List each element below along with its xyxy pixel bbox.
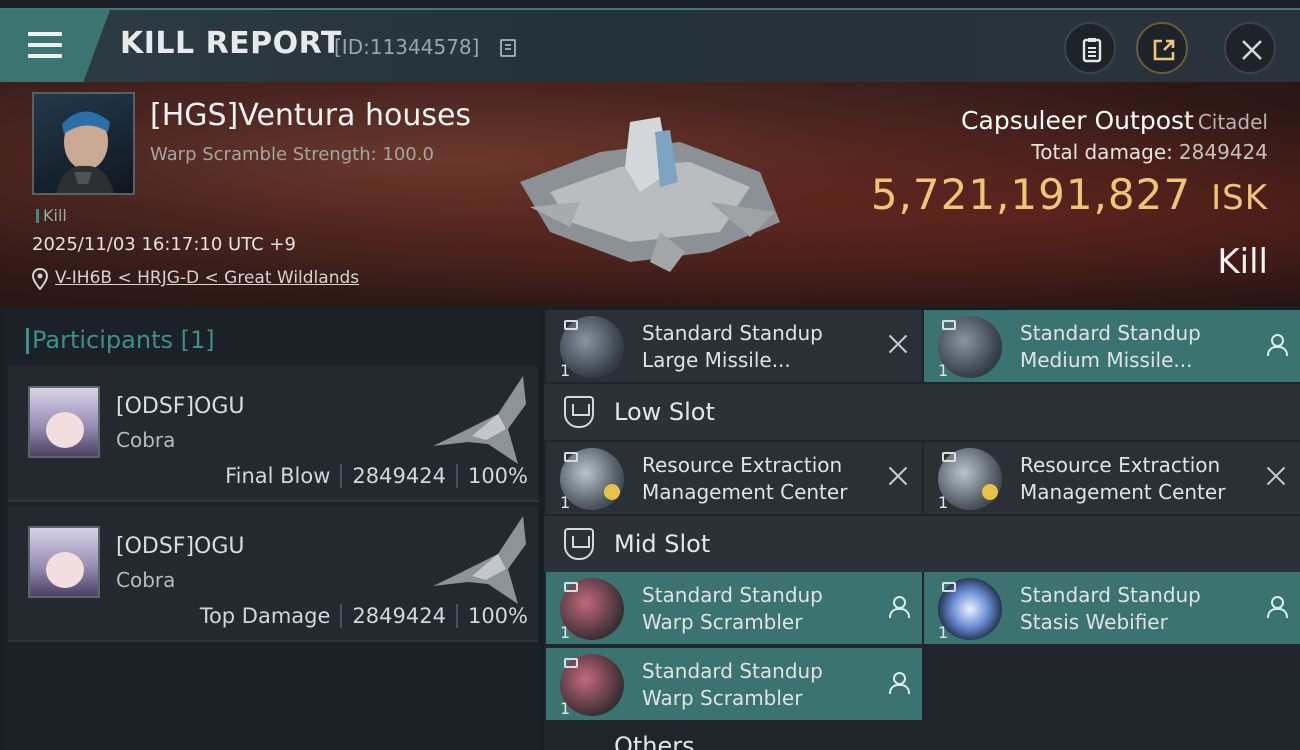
low-slot-header: Low Slot	[544, 384, 1300, 440]
module-count: 1	[560, 623, 571, 642]
hamburger-icon	[28, 32, 62, 60]
close-icon	[1242, 40, 1262, 60]
isk-unit: ISK	[1211, 178, 1268, 218]
participant-ship-image	[433, 376, 526, 464]
participant-card[interactable]: [ODSF]OGU Cobra Final Blow 2849424 100%	[8, 366, 538, 502]
participant-ship: Cobra	[116, 428, 176, 452]
module-name: Standard Standup Large Missile...	[642, 321, 823, 372]
kill-report-window: KILL REPORT [ID:11344578] [HGS]Ventura h…	[0, 0, 1300, 750]
participant-card[interactable]: [ODSF]OGU Cobra Top Damage 2849424 100%	[8, 506, 538, 642]
menu-button[interactable]	[0, 10, 110, 84]
participant-ship-image	[433, 516, 526, 604]
module-name: Standard Standup Warp Scrambler	[642, 583, 823, 634]
mid-slot-label: Mid Slot	[614, 530, 711, 558]
module-item[interactable]: 1 Standard Standup Medium Missile...	[924, 310, 1300, 382]
dropped-person-icon	[1266, 334, 1288, 356]
header-bar: KILL REPORT [ID:11344578]	[0, 8, 1300, 84]
total-damage-value: 2849424	[1178, 140, 1268, 164]
victim-banner: [HGS]Ventura houses Warp Scramble Streng…	[0, 82, 1300, 306]
mid-slot-icon	[564, 528, 594, 560]
low-slot-label: Low Slot	[614, 398, 715, 426]
clipboard-icon	[1082, 38, 1102, 63]
avatar	[28, 526, 100, 598]
participant-ship: Cobra	[116, 568, 176, 592]
module-name: Standard Standup Warp Scrambler	[642, 659, 823, 710]
target-name: Capsuleer Outpost Citadel	[961, 106, 1268, 135]
share-button[interactable]	[1136, 22, 1188, 74]
high-slot-icon	[564, 582, 578, 592]
dropped-person-icon	[1266, 596, 1288, 618]
module-name: Resource Extraction Management Center	[642, 453, 848, 504]
others-slot-label: Others	[614, 732, 695, 750]
module-name: Resource Extraction Management Center	[1020, 453, 1226, 504]
participant-stats: Top Damage 2849424 100%	[199, 604, 528, 628]
high-slot-icon	[942, 320, 956, 330]
high-slot-icon	[942, 452, 956, 462]
low-slot-icon	[564, 396, 594, 428]
module-count: 1	[560, 493, 571, 512]
avatar	[28, 386, 100, 458]
clipboard-button[interactable]	[1064, 22, 1116, 74]
module-item[interactable]: 1 Standard Standup Large Missile...	[546, 310, 922, 382]
module-item[interactable]: 1 Standard Standup Warp Scrambler	[546, 648, 922, 720]
destroyed-icon	[1266, 466, 1286, 486]
module-count: 1	[560, 361, 571, 380]
module-count: 1	[938, 623, 949, 642]
warp-scramble-strength: Warp Scramble Strength: 100.0	[150, 144, 434, 165]
victim-name: [HGS]Ventura houses	[150, 98, 472, 133]
report-id: [ID:11344578]	[334, 35, 480, 59]
module-item[interactable]: 1 Standard Standup Warp Scrambler	[546, 572, 922, 644]
target-type: Citadel	[1197, 110, 1268, 134]
module-item[interactable]: 1 Resource Extraction Management Center	[546, 442, 922, 514]
module-name: Standard Standup Stasis Webifier	[1020, 583, 1201, 634]
participants-panel: Participants [1] [ODSF]OGU Cobra Final B…	[4, 310, 540, 750]
high-slot-icon	[942, 582, 956, 592]
location-pin-icon	[32, 268, 48, 290]
module-count: 1	[938, 361, 949, 380]
victim-portrait[interactable]	[32, 92, 135, 195]
dropped-person-icon	[888, 596, 910, 618]
dropped-person-icon	[888, 672, 910, 694]
outcome-label: Kill	[1217, 242, 1268, 282]
high-slot-icon	[564, 320, 578, 330]
close-button[interactable]	[1224, 22, 1276, 74]
isk-value: 5,721,191,827 ISK	[870, 170, 1268, 219]
share-icon	[1153, 39, 1175, 61]
modules-panel: 1 Standard Standup Large Missile... 1 Sta…	[544, 310, 1300, 750]
kill-datetime: 2025/11/03 16:17:10 UTC +9	[32, 234, 296, 255]
destroyed-icon	[888, 334, 908, 354]
citadel-ship-image	[520, 117, 780, 272]
location-link[interactable]: V-IH6B < HRJG-D < Great Wildlands	[55, 268, 359, 288]
module-count: 1	[938, 493, 949, 512]
page-title: KILL REPORT	[120, 26, 342, 61]
kill-tag: Kill	[36, 206, 67, 225]
destroyed-icon	[888, 466, 908, 486]
module-item[interactable]: 1 Standard Standup Stasis Webifier	[924, 572, 1300, 644]
high-slot-icon	[564, 658, 578, 668]
mid-slot-header: Mid Slot	[544, 516, 1300, 572]
module-count: 1	[560, 699, 571, 718]
total-damage: Total damage: 2849424	[1031, 140, 1268, 164]
high-slot-icon	[564, 452, 578, 462]
module-item[interactable]: 1 Resource Extraction Management Center	[924, 442, 1300, 514]
participant-name: [ODSF]OGU	[116, 394, 245, 419]
participant-stats: Final Blow 2849424 100%	[225, 464, 528, 488]
participant-name: [ODSF]OGU	[116, 534, 245, 559]
participants-heading: Participants [1]	[26, 326, 215, 354]
module-name: Standard Standup Medium Missile...	[1020, 321, 1201, 372]
copy-icon[interactable]	[500, 39, 516, 57]
